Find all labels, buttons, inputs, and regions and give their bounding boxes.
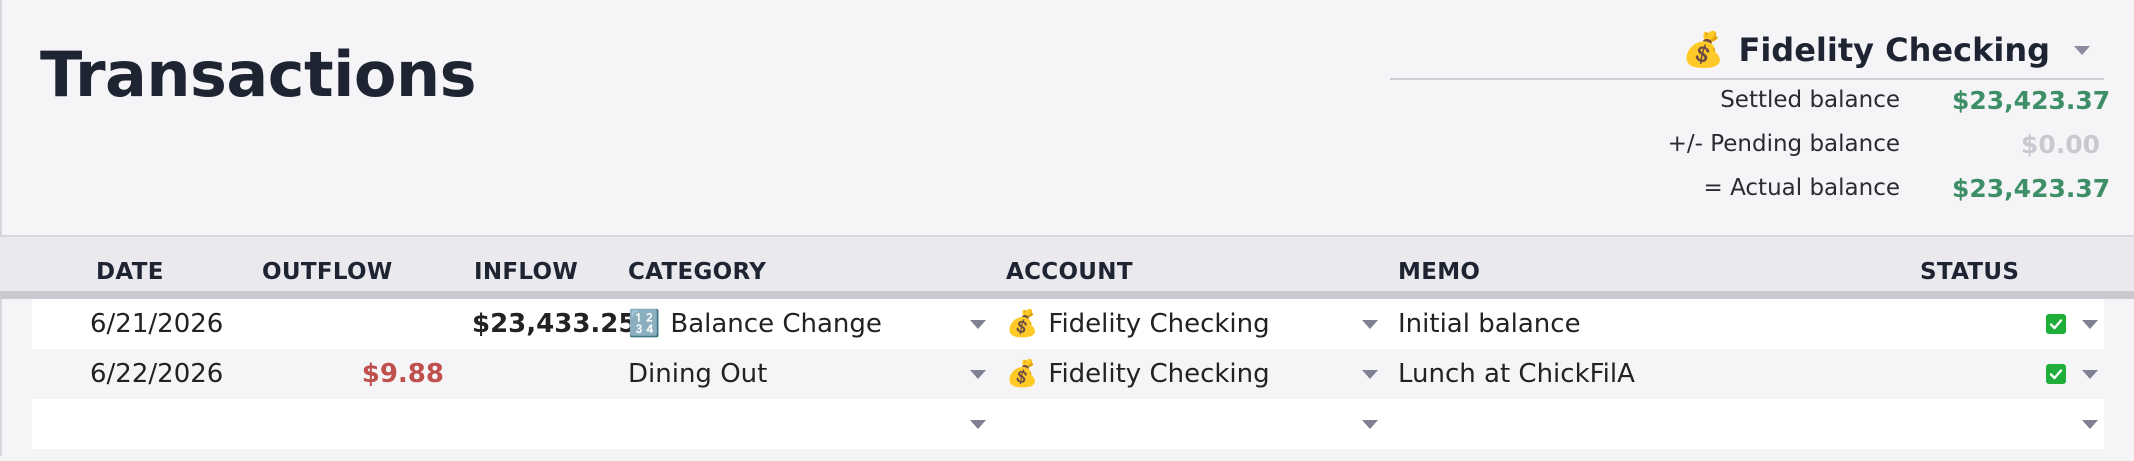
page-title: Transactions bbox=[40, 38, 477, 111]
category-dropdown-icon[interactable] bbox=[970, 320, 986, 329]
status-cleared-checkbox[interactable] bbox=[2046, 314, 2066, 334]
table-header: DATE OUTFLOW INFLOW CATEGORY ACCOUNT MEM… bbox=[0, 235, 2134, 293]
category-cell[interactable]: Dining Out bbox=[628, 349, 767, 399]
account-dropdown-icon[interactable] bbox=[1362, 320, 1378, 329]
left-edge-rule bbox=[0, 0, 2, 456]
date-cell[interactable]: 6/21/2026 bbox=[90, 299, 223, 349]
memo-cell[interactable]: Initial balance bbox=[1398, 299, 1581, 349]
pending-balance-row: +/- Pending balance $0.00 bbox=[1380, 124, 2100, 164]
transactions-table: 6/21/2026 $23,433.25 🔢 Balance Change 💰 … bbox=[32, 299, 2104, 461]
column-header-outflow[interactable]: OUTFLOW bbox=[262, 259, 393, 285]
memo-cell[interactable] bbox=[1398, 399, 1898, 449]
actual-balance-label: = Actual balance bbox=[1703, 175, 1901, 201]
inflow-cell[interactable] bbox=[472, 399, 622, 449]
actual-balance-row: = Actual balance $23,423.37 bbox=[1380, 168, 2111, 208]
column-header-status[interactable]: STATUS bbox=[1920, 259, 2019, 285]
memo-cell[interactable]: Lunch at ChickFilA bbox=[1398, 349, 1635, 399]
money-bag-icon: 💰 bbox=[1006, 309, 1039, 339]
account-cell[interactable]: 💰 Fidelity Checking bbox=[1006, 299, 1270, 349]
status-dropdown-icon[interactable] bbox=[2082, 370, 2098, 379]
status-cleared-checkbox[interactable] bbox=[2046, 364, 2066, 384]
account-cell[interactable]: 💰 Fidelity Checking bbox=[1006, 349, 1270, 399]
category-dropdown-icon[interactable] bbox=[970, 370, 986, 379]
date-cell[interactable] bbox=[90, 399, 240, 449]
table-row: 6/22/2026 $9.88 Dining Out 💰 Fidelity Ch… bbox=[32, 349, 2104, 399]
column-header-date[interactable]: DATE bbox=[96, 259, 164, 285]
new-transaction-row bbox=[32, 399, 2104, 449]
account-cell[interactable] bbox=[1006, 399, 1346, 449]
inflow-cell[interactable]: $23,433.25 bbox=[472, 299, 636, 349]
column-header-category[interactable]: CATEGORY bbox=[628, 259, 766, 285]
category-label: Balance Change bbox=[670, 309, 882, 339]
account-selector[interactable]: 💰 Fidelity Checking bbox=[1682, 28, 2090, 72]
table-row: 6/21/2026 $23,433.25 🔢 Balance Change 💰 … bbox=[32, 299, 2104, 349]
account-label: Fidelity Checking bbox=[1048, 309, 1270, 339]
pending-balance-value: $0.00 bbox=[2020, 129, 2100, 159]
column-header-account[interactable]: ACCOUNT bbox=[1006, 259, 1133, 285]
settled-balance-value: $23,423.37 bbox=[1952, 85, 2111, 115]
account-dropdown-icon[interactable] bbox=[1362, 370, 1378, 379]
status-dropdown-icon[interactable] bbox=[2082, 320, 2098, 329]
account-selector-name: Fidelity Checking bbox=[1738, 31, 2050, 69]
settled-balance-row: Settled balance $23,423.37 bbox=[1380, 80, 2111, 120]
category-label: Dining Out bbox=[628, 359, 768, 389]
column-header-inflow[interactable]: INFLOW bbox=[474, 259, 578, 285]
table-footer-strip bbox=[32, 449, 2104, 461]
header-divider bbox=[0, 291, 2134, 299]
status-dropdown-icon[interactable] bbox=[2082, 420, 2098, 429]
account-label: Fidelity Checking bbox=[1048, 359, 1270, 389]
checkmark-icon bbox=[2049, 319, 2063, 330]
outflow-cell[interactable]: $9.88 bbox=[362, 349, 444, 399]
money-bag-icon: 💰 bbox=[1682, 30, 1725, 70]
category-cell[interactable]: 🔢 Balance Change bbox=[628, 299, 882, 349]
numbers-icon: 🔢 bbox=[628, 309, 661, 339]
settled-balance-label: Settled balance bbox=[1720, 87, 1900, 113]
date-cell[interactable]: 6/22/2026 bbox=[90, 349, 223, 399]
pending-balance-label: +/- Pending balance bbox=[1667, 131, 1900, 157]
chevron-down-icon[interactable] bbox=[2074, 45, 2090, 55]
actual-balance-value: $23,423.37 bbox=[1952, 173, 2111, 203]
money-bag-icon: 💰 bbox=[1006, 359, 1039, 389]
checkmark-icon bbox=[2049, 369, 2063, 380]
outflow-cell[interactable] bbox=[252, 399, 452, 449]
account-dropdown-icon[interactable] bbox=[1362, 420, 1378, 429]
category-cell[interactable] bbox=[628, 399, 958, 449]
column-header-memo[interactable]: MEMO bbox=[1398, 259, 1480, 285]
category-dropdown-icon[interactable] bbox=[970, 420, 986, 429]
